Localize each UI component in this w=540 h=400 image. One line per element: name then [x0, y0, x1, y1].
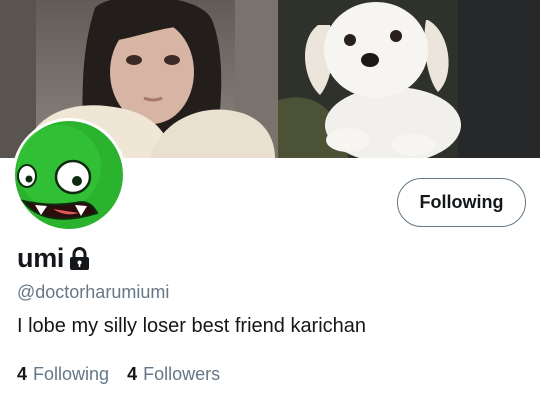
following-count: 4 — [17, 364, 28, 384]
green-cartoon-face-icon — [15, 121, 123, 229]
banner-dog-photo — [278, 0, 540, 158]
user-handle: @doctorharumiumi — [17, 282, 170, 302]
profile-bio: I lobe my silly loser best friend karich… — [17, 315, 367, 337]
display-name: umi — [17, 243, 65, 273]
followers-stat[interactable]: 4 Followers — [127, 364, 220, 385]
lock-icon — [70, 246, 90, 270]
follow-stats: 4 Following 4 Followers — [17, 364, 238, 385]
following-button[interactable]: Following — [397, 178, 526, 227]
followers-label: Followers — [143, 364, 221, 384]
white-dog-illustration — [278, 0, 540, 158]
followers-count: 4 — [127, 364, 138, 384]
avatar[interactable] — [12, 118, 126, 232]
profile-name-row: umi — [17, 243, 90, 274]
following-label: Following — [33, 364, 110, 384]
following-stat[interactable]: 4 Following — [17, 364, 109, 385]
